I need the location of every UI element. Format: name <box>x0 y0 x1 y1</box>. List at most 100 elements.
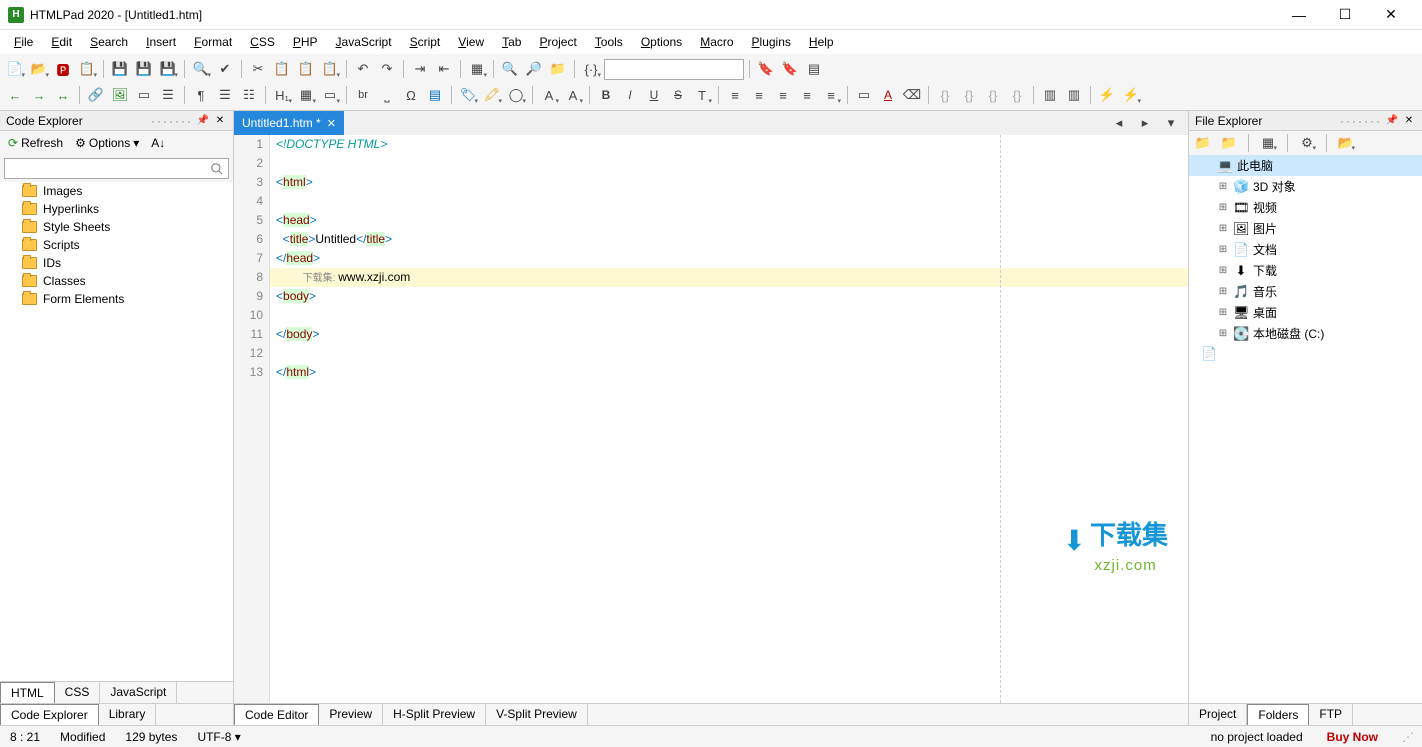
search-button[interactable]: 🔍 <box>190 58 212 80</box>
tab-library[interactable]: Library <box>99 704 157 725</box>
code-line[interactable]: </head> <box>270 249 1188 268</box>
menu-format[interactable]: Format <box>186 32 240 52</box>
code-editor[interactable]: 12345678910111213 ⬇下载集 xzji.com <!DOCTYP… <box>234 135 1188 703</box>
copy-button[interactable]: 📋 <box>271 58 293 80</box>
view-mode-button[interactable]: ▦ <box>1258 133 1278 153</box>
menu-php[interactable]: PHP <box>285 32 326 52</box>
refresh-button[interactable]: ⟳ Refresh <box>4 134 67 152</box>
clipboard-button[interactable]: 📋 <box>319 58 341 80</box>
settings-button[interactable]: ⚙ <box>1297 133 1317 153</box>
tab-code-explorer[interactable]: Code Explorer <box>0 704 99 726</box>
align-right-button[interactable]: ≡ <box>772 84 794 106</box>
tab-next-button[interactable]: ▸ <box>1134 112 1156 134</box>
form-button[interactable]: ☰ <box>157 84 179 106</box>
file-tree-item[interactable]: ⊞🎵音乐 <box>1189 281 1422 302</box>
menu-view[interactable]: View <box>450 32 492 52</box>
tab-javascript[interactable]: JavaScript <box>100 682 177 703</box>
align-left-button[interactable]: ≡ <box>724 84 746 106</box>
snippet1-button[interactable]: ▥ <box>1039 84 1061 106</box>
menu-tools[interactable]: Tools <box>587 32 631 52</box>
options-button[interactable]: ⚙ Options ▾ <box>71 134 143 152</box>
expander-icon[interactable]: ⊞ <box>1217 223 1229 234</box>
expander-icon[interactable]: ⊞ <box>1217 307 1229 318</box>
code-line[interactable]: <body> <box>270 287 1188 306</box>
select-button[interactable]: ▭ <box>853 84 875 106</box>
nav-back-button[interactable]: 🔖 <box>755 58 777 80</box>
tab-v-split-preview[interactable]: V-Split Preview <box>486 704 588 725</box>
file-tree-item[interactable]: ⊞🧊3D 对象 <box>1189 176 1422 197</box>
clear-format-button[interactable]: ⌫ <box>901 84 923 106</box>
menu-macro[interactable]: Macro <box>692 32 741 52</box>
undo-button[interactable]: ↶ <box>352 58 374 80</box>
view-button[interactable]: ▦ <box>466 58 488 80</box>
align-center-button[interactable]: ≡ <box>748 84 770 106</box>
color-ring-button[interactable]: ◯ <box>505 84 527 106</box>
save-as-button[interactable]: 💾 <box>157 58 179 80</box>
tree-item-form-elements[interactable]: Form Elements <box>0 290 233 308</box>
quick-search-input[interactable] <box>604 59 744 80</box>
file-tree-item[interactable]: ⊞📄文档 <box>1189 239 1422 260</box>
arrow-left-button[interactable]: ← <box>4 84 26 106</box>
menu-plugins[interactable]: Plugins <box>744 32 799 52</box>
font-color-button[interactable]: A <box>538 84 560 106</box>
close-button[interactable]: ✕ <box>1368 0 1414 30</box>
line-spacing-button[interactable]: ≡ <box>820 84 842 106</box>
file-tree-item[interactable]: ⊞💽本地磁盘 (C:) <box>1189 323 1422 344</box>
tab-ftp[interactable]: FTP <box>1309 704 1353 725</box>
menu-css[interactable]: CSS <box>242 32 283 52</box>
tree-item-hyperlinks[interactable]: Hyperlinks <box>0 200 233 218</box>
menu-javascript[interactable]: JavaScript <box>328 32 400 52</box>
list-ol-button[interactable]: ☷ <box>238 84 260 106</box>
code-line[interactable]: 下载集: www.xzji.com <box>270 268 1188 287</box>
menu-insert[interactable]: Insert <box>138 32 184 52</box>
menu-file[interactable]: File <box>6 32 41 52</box>
list-ul-button[interactable]: ☰ <box>214 84 236 106</box>
brace4-button[interactable]: {} <box>1006 84 1028 106</box>
tree-item-classes[interactable]: Classes <box>0 272 233 290</box>
tree-item-scripts[interactable]: Scripts <box>0 236 233 254</box>
omega-button[interactable]: Ω <box>400 84 422 106</box>
new-file-button[interactable]: 📄 <box>4 58 26 80</box>
code-line[interactable] <box>270 306 1188 325</box>
pdf-button[interactable]: 🅿 <box>52 58 74 80</box>
expander-icon[interactable]: ⊞ <box>1217 202 1229 213</box>
file-item[interactable]: 📄 <box>1189 344 1422 364</box>
div-button[interactable]: ▭ <box>319 84 341 106</box>
pin-button[interactable]: 📌 <box>1385 114 1399 128</box>
underline-button[interactable]: U <box>643 84 665 106</box>
file-tree-item[interactable]: 💻此电脑 <box>1189 155 1422 176</box>
menu-tab[interactable]: Tab <box>494 32 529 52</box>
expander-icon[interactable]: ⊞ <box>1217 244 1229 255</box>
snippet2-button[interactable]: ▥ <box>1063 84 1085 106</box>
paragraph-button[interactable]: ¶ <box>190 84 212 106</box>
tab-css[interactable]: CSS <box>55 682 101 703</box>
code-line[interactable]: <!DOCTYPE HTML> <box>270 135 1188 154</box>
br-button[interactable]: br <box>352 84 374 106</box>
align-justify-button[interactable]: ≡ <box>796 84 818 106</box>
folder-nav-button[interactable]: 📂 <box>1336 133 1356 153</box>
media-button[interactable]: ▭ <box>133 84 155 106</box>
encoding[interactable]: UTF-8 ▾ <box>197 730 240 744</box>
tree-item-ids[interactable]: IDs <box>0 254 233 272</box>
file-tab-untitled[interactable]: Untitled1.htm * ✕ <box>234 111 344 135</box>
indent-button[interactable]: ⇥ <box>409 58 431 80</box>
link-button[interactable]: 🔗 <box>85 84 107 106</box>
text-color-button[interactable]: A <box>877 84 899 106</box>
expander-icon[interactable]: ⊞ <box>1217 328 1229 339</box>
expander-icon[interactable]: ⊞ <box>1217 265 1229 276</box>
brace2-button[interactable]: {} <box>958 84 980 106</box>
new-folder-button[interactable]: 📁 <box>1219 133 1239 153</box>
buy-now-link[interactable]: Buy Now <box>1327 730 1378 744</box>
recent-button[interactable]: 📋 <box>76 58 98 80</box>
code-line[interactable]: <title>Untitled</title> <box>270 230 1188 249</box>
minimize-button[interactable]: — <box>1276 0 1322 30</box>
font-button[interactable]: A <box>562 84 584 106</box>
brace3-button[interactable]: {} <box>982 84 1004 106</box>
menu-script[interactable]: Script <box>402 32 449 52</box>
italic-button[interactable]: I <box>619 84 641 106</box>
css-edit-button[interactable]: ▤ <box>424 84 446 106</box>
panel-close-button[interactable]: ✕ <box>213 114 227 128</box>
outdent-button[interactable]: ⇤ <box>433 58 455 80</box>
image-button[interactable]: 🖼 <box>109 84 131 106</box>
find-button[interactable]: 🔍 <box>499 58 521 80</box>
